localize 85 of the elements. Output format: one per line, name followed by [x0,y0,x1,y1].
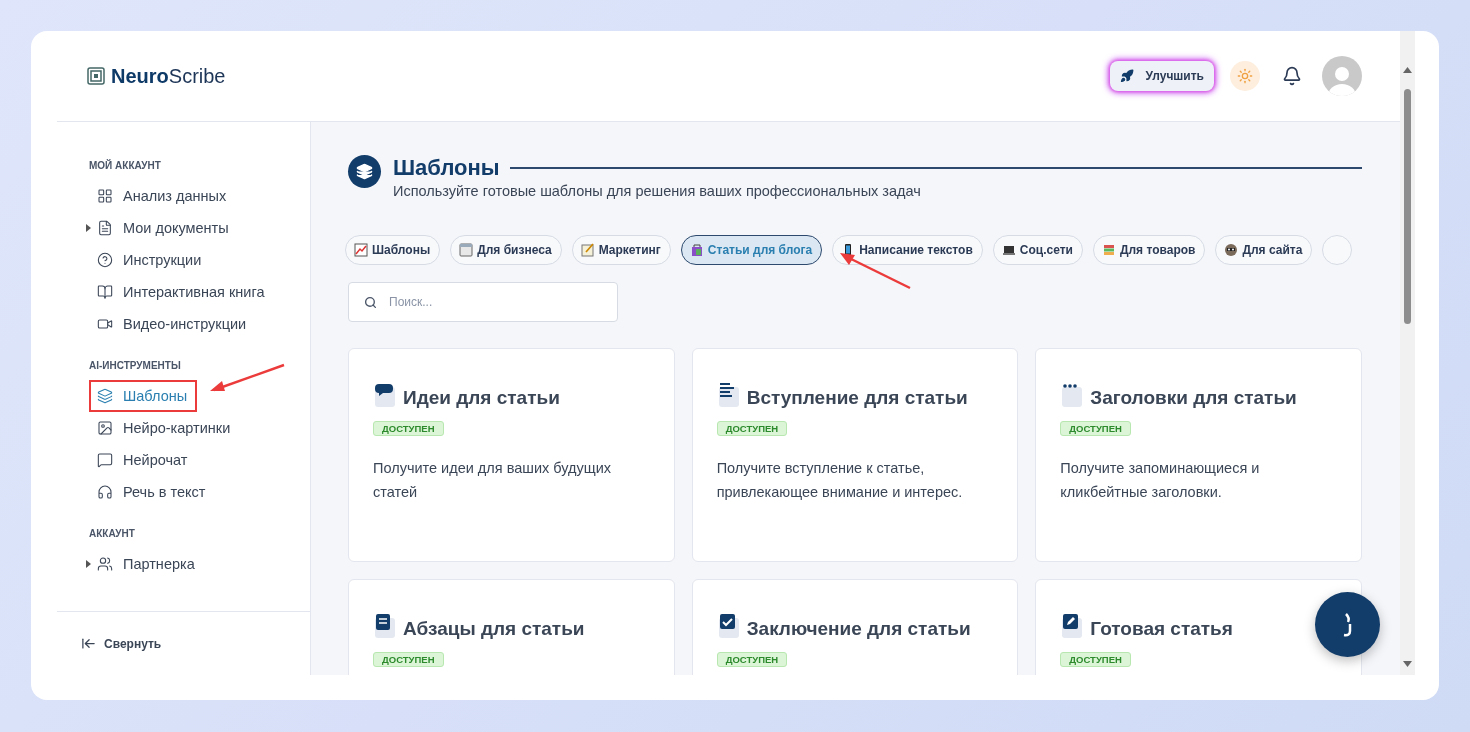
category-chip[interactable]: Для товаров [1092,235,1206,265]
sidebar-item[interactable]: Партнерка [89,548,205,580]
layers-icon [97,388,113,404]
status-badge: ДОСТУПЕН [373,652,444,667]
users-icon [97,556,113,572]
dots-icon [1060,381,1085,409]
category-chip[interactable]: Для сайта [1215,235,1313,265]
speech-bubble-icon [373,381,397,409]
chart-icon [354,243,368,257]
avatar[interactable] [1322,56,1362,96]
status-badge: ДОСТУПЕН [1060,421,1131,436]
category-chip[interactable]: Соц.сети [992,235,1083,265]
bag-icon [689,243,704,257]
template-card[interactable]: Заголовки для статьи ДОСТУПЕН Получите запоминающиеся и кликбейтные заголовки. [1035,348,1362,562]
collapse-icon [81,636,96,651]
sidebar-item[interactable]: Нейрочат [89,444,198,476]
sidebar-item[interactable]: Шаблоны [89,380,198,412]
book-icon [97,284,113,300]
card-title: Абзацы для статьи [403,618,585,640]
checkbox-icon [716,612,741,640]
books-icon [1101,243,1116,257]
card-description: Получите запоминающиеся и кликбейтные заголовки. [1060,459,1261,502]
template-card[interactable]: Готовая статья ДОСТУПЕН [1035,579,1362,675]
sun-icon [1237,68,1253,84]
logo-text[interactable]: NeuroScribe [111,64,226,88]
window-icon [459,243,474,257]
section-title: AI-ИНСТРУМЕНТЫ [89,360,182,371]
grid-icon [97,188,113,204]
search-field[interactable]: Поиск... [348,282,618,322]
card-title: Готовая статья [1090,618,1233,640]
sidebar-item[interactable]: Анализ данных [89,180,237,212]
status-badge: ДОСТУПЕН [1060,652,1131,667]
headphones-icon [97,484,113,500]
note-icon [580,243,595,257]
scrollbar-thumb[interactable] [1404,89,1411,324]
section-title: АККАУНТ [89,528,136,539]
category-chip[interactable]: Написание текстов [832,235,983,265]
template-card[interactable]: Абзацы для статьи ДОСТУПЕН [348,579,675,675]
sidebar-item[interactable]: Интерактивная книга [89,276,275,308]
template-card[interactable]: Вступление для статьи ДОСТУПЕН Получите вступление к статье, привлекающее внимание и интерес. [691,348,1019,562]
sidebar-item[interactable]: Речь в текст [89,476,216,508]
card-title: Вступление для статьи [746,387,968,409]
video-camera-icon [97,316,113,332]
book-icon [373,612,397,640]
pencil-icon [1060,612,1085,640]
rocket-icon [1119,69,1134,83]
card-title: Идеи для статьи [403,387,560,409]
search-icon [364,296,377,309]
section-title: МОЙ АККАУНТ [89,160,162,171]
card-description: Получите идеи для ваших будущих статей [373,459,613,502]
page-subtitle: Используйте готовые шаблоны для решения ваших профессиональных задач [393,183,922,199]
template-card[interactable]: Заключение для статьи ДОСТУПЕН [691,579,1019,675]
sidebar-item[interactable]: Мои документы [89,212,239,244]
image-icon [97,420,113,436]
logo-icon [87,67,105,85]
help-icon [97,252,113,268]
card-title: Заключение для статьи [746,618,971,640]
collapse-button[interactable]: Свернуть [57,612,310,675]
template-card[interactable]: Идеи для статьи ДОСТУПЕН Получите идеи для ваших будущих статей [348,348,675,562]
category-chip[interactable]: Для бизнеса [450,235,562,265]
theme-toggle[interactable] [1230,61,1260,91]
card-description: Получите вступление к статье, привлекающее внимание и интерес. [716,459,964,502]
category-chip[interactable]: Шаблоны [345,235,441,265]
page-title: Шаблоны [393,155,500,181]
chat-icon [97,452,113,468]
text-lines-icon [716,381,741,409]
status-badge: ДОСТУПЕН [716,421,788,436]
scrollbar[interactable] [1400,31,1415,675]
scroll-down-icon[interactable] [1403,661,1412,667]
document-icon [97,220,113,236]
sidebar-item[interactable]: Видео-инструкции [89,308,257,340]
card-title: Заголовки для статьи [1090,387,1297,409]
category-chip[interactable]: Статьи для блога [680,235,823,265]
notifications-button[interactable] [1282,66,1302,86]
category-chip[interactable]: Маркетинг [571,235,671,265]
sidebar-item[interactable]: Нейро-картинки [89,412,241,444]
status-badge: ДОСТУПЕН [373,421,444,436]
upgrade-button[interactable]: Улучшить [1109,61,1214,91]
bell-icon [1282,66,1302,86]
layers-badge-icon [348,155,381,188]
scroll-up-icon[interactable] [1403,67,1412,73]
sidebar-item[interactable]: Инструкции [89,244,212,276]
mask-icon [1224,243,1239,257]
status-badge: ДОСТУПЕН [716,652,788,667]
laptop-icon [1001,243,1016,257]
